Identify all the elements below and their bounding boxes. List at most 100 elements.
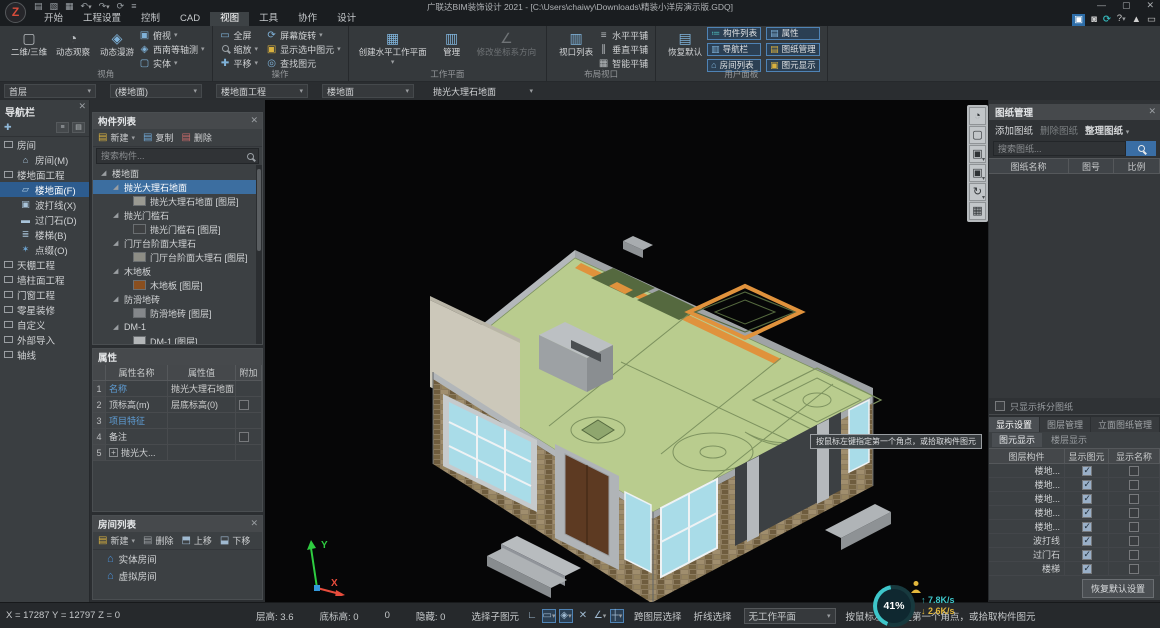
nav-item-border-line[interactable]: ▣波打线(X)	[0, 197, 89, 212]
tree-node[interactable]: ◢木地板	[93, 264, 262, 278]
orbit-button[interactable]: ◔ 动态观察	[51, 28, 95, 58]
show-name-checkbox[interactable]	[1129, 522, 1139, 532]
restore-default-button[interactable]: ▤ 恢复默认	[663, 28, 707, 58]
tree-node[interactable]: ◢抛光门槛石	[93, 208, 262, 222]
show-name-checkbox[interactable]	[1129, 536, 1139, 546]
copy-component-button[interactable]: ▤复制	[143, 131, 173, 144]
workplane-select[interactable]: 无工作平面▾	[744, 608, 836, 624]
room-item-solid[interactable]: ⌂实体房间	[93, 550, 262, 567]
tree-layer-node[interactable]: 门厅台阶面大理石 [图层]	[93, 250, 262, 264]
layer-row[interactable]: 楼地...	[989, 506, 1160, 520]
menu-tab-project-settings[interactable]: 工程设置	[73, 12, 131, 26]
new-component-button[interactable]: ▤新建▾	[98, 131, 135, 144]
layer-row[interactable]: 楼地...	[989, 520, 1160, 534]
nav-group-ceiling[interactable]: 天棚工程	[0, 257, 89, 272]
nav-group-axis[interactable]: 轴线	[0, 347, 89, 362]
layer-row[interactable]: 过门石	[989, 548, 1160, 562]
tree-layer-node[interactable]: 木地板 [图层]	[93, 278, 262, 292]
show-element-checkbox[interactable]	[1082, 536, 1092, 546]
attach-checkbox[interactable]	[239, 432, 249, 442]
skin-icon[interactable]: ◙	[1091, 14, 1097, 26]
restore-default-settings-button[interactable]: 恢复默认设置	[1082, 579, 1154, 598]
nav-group-custom[interactable]: 自定义	[0, 317, 89, 332]
move-down-button[interactable]: ⬓下移	[220, 534, 250, 547]
rotate-view-tool[interactable]: ↻▾	[969, 183, 986, 201]
viewport-list-button[interactable]: ▥ 视口列表	[554, 28, 598, 58]
list-view-icon[interactable]: ≡	[56, 122, 69, 133]
move-up-button[interactable]: ⬒上移	[181, 534, 211, 547]
window-select-tool[interactable]: ▭▾	[542, 609, 556, 623]
show-element-checkbox[interactable]	[1082, 494, 1092, 504]
close-icon[interactable]: ✕	[1148, 106, 1156, 117]
app-logo[interactable]: Z	[5, 2, 26, 23]
nav-item-room[interactable]: ⌂房间(M)	[0, 152, 89, 167]
tree-layer-node[interactable]: 抛光门槛石 [图层]	[93, 222, 262, 236]
tree-node[interactable]: ◢DM-1	[93, 320, 262, 334]
delete-room-button[interactable]: ▤删除	[143, 534, 173, 547]
menu-tab-collaborate[interactable]: 协作	[288, 12, 327, 26]
tab-layer-management[interactable]: 图层管理	[1040, 417, 1090, 432]
tree-node[interactable]: ◢楼地面	[93, 166, 262, 180]
view-style-tool[interactable]: ▣▾	[969, 145, 986, 163]
floor-select[interactable]: 首层▾	[4, 84, 96, 98]
organize-drawing-button[interactable]: 整理图纸 ▾	[1085, 123, 1129, 137]
toggle-navigation-bar[interactable]: ▥导航栏	[707, 43, 761, 56]
polyline-select-button[interactable]: 折线选择	[693, 609, 731, 623]
show-element-checkbox[interactable]	[1082, 480, 1092, 490]
toggle-properties[interactable]: ▤属性	[766, 27, 820, 40]
component-search-input[interactable]	[101, 151, 247, 161]
filter-checkbox[interactable]	[995, 401, 1005, 411]
nav-group-door-window[interactable]: 门窗工程	[0, 287, 89, 302]
component-search[interactable]	[96, 148, 259, 164]
menu-tab-control[interactable]: 控制	[131, 12, 170, 26]
show-name-checkbox[interactable]	[1129, 494, 1139, 504]
layer-row[interactable]: 楼地...	[989, 464, 1160, 478]
zoom-button[interactable]: 缩放▾	[220, 43, 259, 56]
subtab-floor-display[interactable]: 楼层显示	[1044, 433, 1094, 447]
angle-snap-tool[interactable]: ∠▾	[593, 609, 607, 623]
nav-group-external-import[interactable]: 外部导入	[0, 332, 89, 347]
close-icon[interactable]: ✕	[250, 115, 258, 126]
split-drawings-filter[interactable]: 只显示拆分图纸	[989, 398, 1160, 414]
new-room-button[interactable]: ▤新建▾	[98, 534, 135, 547]
nav-item-stairs[interactable]: ≣楼梯(B)	[0, 227, 89, 242]
show-element-checkbox[interactable]	[1082, 522, 1092, 532]
menu-tab-tools[interactable]: 工具	[249, 12, 288, 26]
tile-horizontal-button[interactable]: ≡水平平铺	[598, 29, 648, 42]
room-item-virtual[interactable]: ⌂虚拟房间	[93, 567, 262, 584]
ruler-icon[interactable]: ∟	[525, 609, 539, 623]
subtab-element-display[interactable]: 图元显示	[992, 433, 1042, 447]
tab-display-settings[interactable]: 显示设置	[989, 417, 1039, 432]
menu-tab-start[interactable]: 开始	[34, 12, 73, 26]
property-row[interactable]: 3 项目特征	[93, 413, 262, 429]
add-drawing-button[interactable]: 添加图纸	[995, 123, 1033, 137]
toggle-component-list[interactable]: ≔构件列表	[707, 27, 761, 40]
clear-selection-tool[interactable]: ✕	[576, 609, 590, 623]
tracking-tool[interactable]: ┼▾	[610, 609, 624, 623]
tree-node[interactable]: ◢防滑地砖	[93, 292, 262, 306]
close-icon[interactable]: ✕	[1146, 0, 1154, 11]
view-cube-tool[interactable]: ▣▾	[969, 164, 986, 182]
show-element-checkbox[interactable]	[1082, 564, 1092, 574]
cross-layer-select-button[interactable]: 跨图层选择	[634, 609, 682, 623]
show-name-checkbox[interactable]	[1129, 550, 1139, 560]
show-element-checkbox[interactable]	[1082, 466, 1092, 476]
minimize-icon[interactable]: —	[1097, 0, 1106, 11]
component-select[interactable]: 抛光大理石地面▾	[428, 84, 538, 98]
element-type-select[interactable]: 楼地面▾	[322, 84, 414, 98]
orbit-tool[interactable]: ◔	[969, 107, 986, 125]
manage-workplane-button[interactable]: ▥ 管理	[430, 28, 474, 58]
show-element-checkbox[interactable]	[1082, 550, 1092, 560]
display-settings-tool[interactable]: ▦	[969, 202, 986, 220]
2d-3d-button[interactable]: ▢ 二维/三维	[7, 28, 51, 58]
tile-vertical-button[interactable]: ∥垂直平铺	[598, 43, 648, 56]
2d-3d-tool[interactable]: ▢	[969, 126, 986, 144]
menu-tab-cad[interactable]: CAD	[170, 12, 210, 26]
fullscreen-button[interactable]: ▭全屏	[220, 29, 259, 42]
menu-tab-design[interactable]: 设计	[327, 12, 366, 26]
maximize-icon[interactable]: ▢	[1122, 0, 1131, 11]
panel-view-icon[interactable]: ▤	[72, 122, 85, 133]
screen-rotate-button[interactable]: ⟳屏幕旋转▾	[266, 29, 341, 42]
property-row[interactable]: 1 名称 抛光大理石地面	[93, 381, 262, 397]
close-icon[interactable]: ✕	[250, 518, 258, 529]
